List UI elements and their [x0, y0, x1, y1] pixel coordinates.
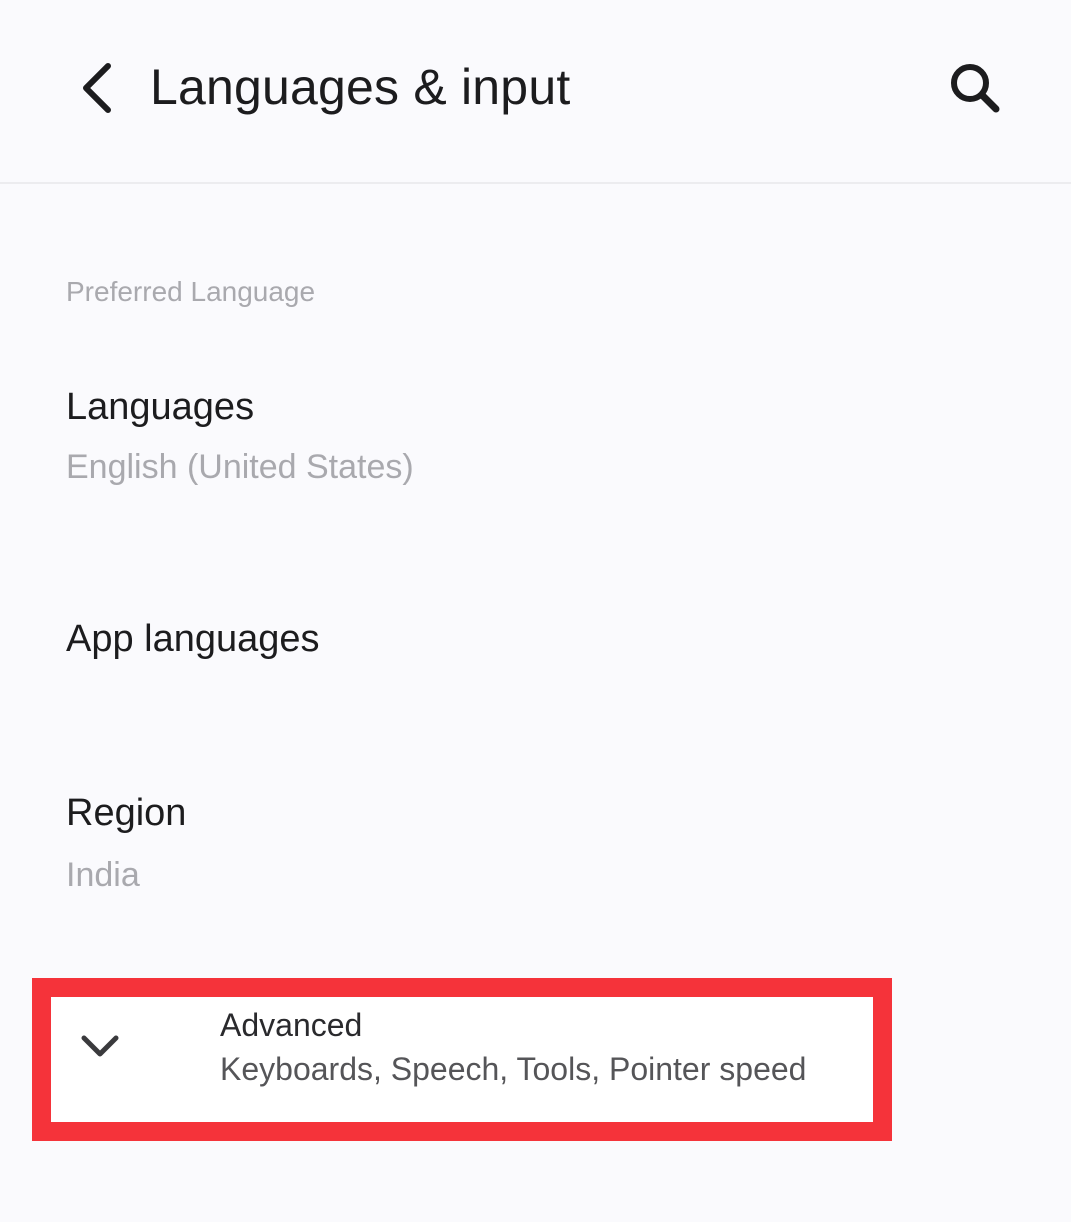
back-arrow-icon [83, 63, 111, 113]
advanced-summary: Keyboards, Speech, Tools, Pointer speed [220, 1051, 807, 1087]
section-header-preferred-language: Preferred Language [66, 276, 316, 307]
languages-title: Languages [66, 386, 255, 428]
region-item[interactable]: Region India [0, 760, 1071, 930]
region-summary: India [66, 856, 140, 894]
languages-summary: English (United States) [66, 448, 414, 486]
top-app-bar: Languages & input [0, 0, 1071, 184]
app-languages-item[interactable]: App languages [0, 580, 1071, 710]
advanced-item[interactable]: Advanced Keyboards, Speech, Tools, Point… [51, 997, 873, 1122]
back-button[interactable] [56, 44, 136, 132]
languages-item[interactable]: Languages English (United States) [0, 360, 1071, 530]
search-button[interactable] [928, 44, 1022, 132]
app-languages-title: App languages [66, 618, 320, 660]
search-icon [951, 64, 1000, 113]
advanced-title: Advanced [220, 1007, 363, 1043]
chevron-down-icon [75, 1027, 125, 1067]
region-title: Region [66, 792, 187, 834]
page-title: Languages & input [150, 59, 571, 115]
